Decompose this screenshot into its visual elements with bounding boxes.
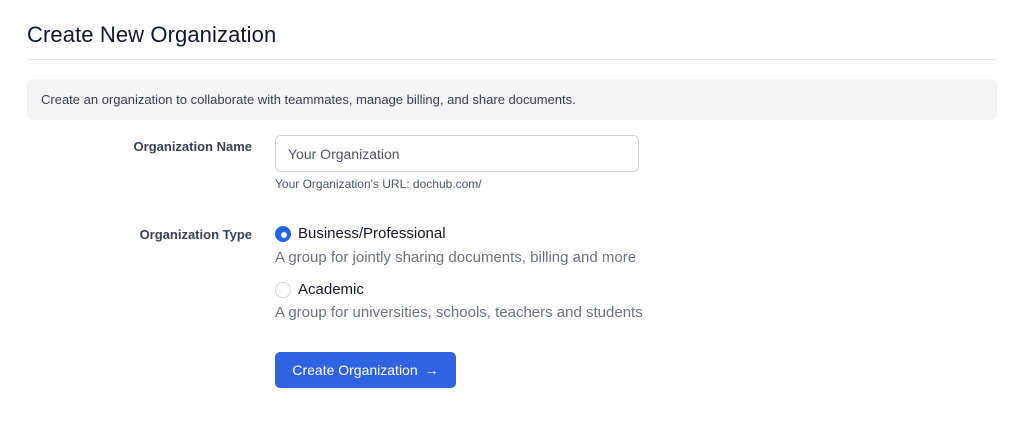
create-organization-label: Create Organization [292,362,418,378]
radio-business-label[interactable]: Business/Professional [298,225,446,242]
create-organization-button[interactable]: Create Organization → [275,352,456,388]
org-name-input[interactable] [275,135,639,172]
radio-academic[interactable]: Academic [275,281,364,298]
radio-unchecked-icon[interactable] [275,281,291,298]
radio-academic-label[interactable]: Academic [298,281,364,298]
org-name-label: Organization Name [133,139,252,154]
org-type-label: Organization Type [139,227,252,242]
arrow-right-icon: → [424,362,439,378]
create-organization-page: Create New Organization Create an organi… [0,0,1024,437]
page-title: Create New Organization [27,22,277,47]
org-url-hint: Your Organization's URL: dochub.com/ [275,177,482,191]
radio-business-professional[interactable]: Business/Professional [275,225,446,242]
radio-checked-icon[interactable] [275,225,291,242]
title-divider [27,59,997,60]
radio-business-description: A group for jointly sharing documents, b… [275,249,637,266]
info-banner: Create an organization to collaborate wi… [27,79,997,120]
info-banner-text: Create an organization to collaborate wi… [41,92,576,107]
radio-academic-description: A group for universities, schools, teach… [275,304,643,321]
